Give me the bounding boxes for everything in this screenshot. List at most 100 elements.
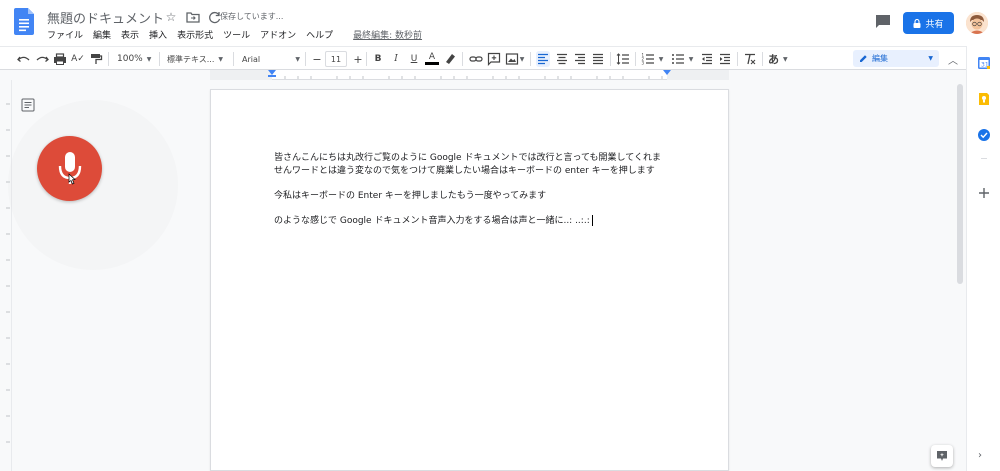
menu-view[interactable]: 表示 (121, 28, 139, 41)
vertical-scrollbar[interactable] (956, 80, 964, 471)
toolbar-divider (635, 52, 636, 66)
undo-icon[interactable] (17, 51, 31, 67)
input-tools-button[interactable]: あ ▼ (768, 51, 788, 67)
toolbar-divider (233, 52, 234, 66)
chevron-down-icon[interactable]: ▼ (687, 51, 695, 67)
toolbar-divider (108, 52, 109, 66)
input-tool-label: あ (768, 53, 779, 66)
italic-icon[interactable]: I (389, 51, 403, 67)
menu-help[interactable]: ヘルプ (306, 28, 333, 41)
save-status: 保存しています... (220, 12, 284, 21)
underline-icon[interactable]: U (407, 51, 421, 67)
chevron-down-icon: ▼ (218, 55, 224, 63)
link-icon[interactable] (469, 51, 483, 67)
toolbar-divider (610, 52, 611, 66)
explore-icon (937, 451, 947, 461)
google-docs-window: 無題のドキュメント ☆ 保存しています... ファイル 編集 表示 挿入 表示形… (0, 0, 1000, 471)
increase-indent-icon[interactable] (718, 51, 732, 67)
add-addon-icon[interactable] (977, 186, 991, 200)
docs-logo-icon[interactable] (14, 8, 34, 35)
menu-insert[interactable]: 挿入 (149, 28, 167, 41)
paragraph-text: のような感じで Google ドキュメント音声入力をする場合は声と一緒に..: … (274, 215, 590, 226)
print-icon[interactable] (53, 51, 67, 67)
tasks-icon[interactable] (977, 128, 991, 142)
font-value: Arial (242, 54, 261, 64)
calendar-icon[interactable]: 31 (977, 56, 991, 70)
comment-history-icon[interactable] (874, 14, 892, 30)
chevron-down-icon: ▼ (295, 55, 300, 63)
star-icon[interactable]: ☆ (163, 9, 179, 25)
toolbar-divider (159, 52, 160, 66)
menu-edit[interactable]: 編集 (93, 28, 111, 41)
toolbar: A✓ 100% ▼ 標準テキス... ▼ Arial ▼ − 11 + B I U A… (0, 46, 966, 70)
toolbar-divider (530, 52, 531, 66)
toolbar-divider (737, 52, 738, 66)
highlight-icon[interactable] (443, 51, 457, 67)
chevron-down-icon: ▼ (928, 55, 933, 62)
menu-format[interactable]: 表示形式 (177, 28, 213, 41)
editing-mode-select[interactable]: 編集 ▼ (853, 50, 939, 67)
last-edit-link[interactable]: 最終編集: 数秒前 (353, 28, 422, 41)
document-page[interactable]: 皆さんこんにちは丸改行ご覧のように Google ドキュメントでは改行と言っても… (210, 89, 729, 471)
paragraph[interactable]: 皆さんこんにちは丸改行ご覧のように Google ドキュメントでは改行と言っても… (274, 152, 669, 177)
bold-icon[interactable]: B (371, 51, 385, 67)
chevron-down-icon[interactable]: ▼ (518, 51, 526, 67)
line-spacing-icon[interactable] (616, 51, 630, 67)
justify-icon[interactable] (591, 51, 605, 67)
text-color-icon[interactable]: A (425, 51, 439, 65)
align-right-icon[interactable] (573, 51, 587, 67)
increase-font-size-icon[interactable]: + (351, 51, 365, 67)
ruler-ticks (268, 70, 671, 79)
align-center-icon[interactable] (555, 51, 569, 67)
avatar[interactable] (966, 12, 988, 34)
numbered-list-icon[interactable]: 123 (641, 51, 655, 67)
side-panel-divider (981, 158, 987, 159)
paragraph[interactable]: のような感じで Google ドキュメント音声入力をする場合は声と一緒に..: … (274, 214, 669, 228)
paragraph[interactable]: 今私はキーボードの Enter キーを押しましたもう一度やってみます (274, 190, 669, 203)
horizontal-ruler[interactable] (210, 70, 729, 80)
header-bar: 無題のドキュメント ☆ 保存しています... ファイル 編集 表示 挿入 表示形… (0, 0, 1000, 46)
align-left-icon[interactable] (536, 51, 550, 67)
redo-icon[interactable] (35, 51, 49, 67)
move-folder-icon[interactable] (185, 9, 201, 25)
title-actions: ☆ (163, 9, 223, 25)
menu-file[interactable]: ファイル (47, 28, 83, 41)
clear-formatting-icon[interactable] (743, 51, 757, 67)
pencil-icon (860, 55, 867, 62)
style-value: 標準テキス... (167, 54, 215, 64)
hide-menus-icon[interactable]: ︿ (946, 51, 960, 67)
expand-side-panel-icon[interactable]: › (978, 450, 982, 461)
font-select[interactable]: Arial ▼ (242, 51, 300, 67)
insert-image-icon[interactable] (505, 51, 519, 67)
doc-title[interactable]: 無題のドキュメント (47, 8, 164, 27)
spellcheck-icon[interactable]: A✓ (71, 51, 85, 67)
document-body[interactable]: 皆さんこんにちは丸改行ご覧のように Google ドキュメントでは改行と言っても… (274, 152, 669, 240)
menu-addons[interactable]: アドオン (260, 28, 296, 41)
paint-format-icon[interactable] (89, 51, 103, 67)
scrollbar-thumb[interactable] (957, 84, 963, 284)
add-comment-icon[interactable] (487, 51, 501, 67)
chevron-down-icon: ▼ (146, 55, 152, 63)
zoom-value: 100% (117, 54, 143, 64)
zoom-select[interactable]: 100% ▼ (117, 51, 151, 67)
toolbar-divider (462, 52, 463, 66)
font-size-input[interactable]: 11 (325, 51, 347, 67)
voice-typing-mic-button[interactable] (37, 136, 102, 201)
style-select[interactable]: 標準テキス... ▼ (167, 51, 223, 67)
keep-icon[interactable] (977, 92, 991, 106)
text-cursor (591, 214, 593, 226)
explore-button[interactable] (931, 445, 953, 467)
share-label: 共有 (925, 19, 944, 30)
chevron-down-icon[interactable]: ▼ (657, 51, 665, 67)
vertical-ruler[interactable] (0, 80, 12, 471)
decrease-font-size-icon[interactable]: − (310, 51, 324, 67)
share-button[interactable]: 共有 (903, 12, 954, 34)
toolbar-divider (366, 52, 367, 66)
svg-text:3: 3 (642, 61, 645, 66)
decrease-indent-icon[interactable] (700, 51, 714, 67)
bulleted-list-icon[interactable] (671, 51, 685, 67)
menu-bar: ファイル 編集 表示 挿入 表示形式 ツール アドオン ヘルプ 最終編集: 数秒… (47, 28, 422, 41)
chevron-down-icon: ▼ (783, 55, 788, 63)
document-outline-icon[interactable] (21, 98, 35, 112)
menu-tools[interactable]: ツール (223, 28, 250, 41)
